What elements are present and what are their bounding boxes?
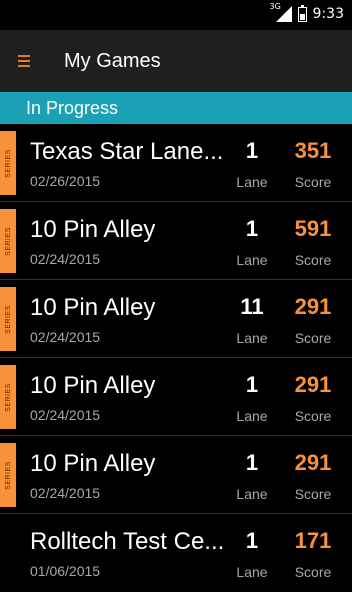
- lane-number: 1: [245, 216, 259, 241]
- alley-name: 10 Pin Alley: [30, 216, 156, 243]
- score-value: 291: [294, 294, 332, 319]
- score-label: Score: [294, 564, 332, 580]
- games-list: SERIES Texas Star Lane... 02/26/2015 1 L…: [0, 124, 352, 592]
- series-tag-label: SERIES: [4, 226, 12, 256]
- alley-name: 10 Pin Alley: [30, 372, 156, 399]
- lane-label: Lane: [236, 174, 268, 190]
- lane-label: Lane: [236, 330, 268, 346]
- lane-label: Lane: [236, 252, 268, 268]
- series-tag: SERIES: [0, 443, 16, 507]
- series-tag-label: SERIES: [4, 304, 12, 334]
- series-tag-label: SERIES: [4, 460, 12, 490]
- menu-icon[interactable]: [18, 55, 30, 67]
- section-header-in-progress: In Progress: [0, 92, 352, 124]
- score-label: Score: [294, 408, 332, 424]
- alley-name: 10 Pin Alley: [30, 450, 156, 477]
- game-date: 01/06/2015: [30, 563, 101, 579]
- app-title: My Games: [64, 49, 161, 72]
- game-date: 02/24/2015: [30, 407, 101, 423]
- lane-label: Lane: [236, 408, 268, 424]
- series-tag: SERIES: [0, 287, 16, 351]
- battery-icon: [297, 4, 307, 22]
- game-date: 02/26/2015: [30, 173, 101, 189]
- series-tag-label: SERIES: [4, 382, 12, 412]
- score-value: 591: [294, 216, 332, 241]
- score-label: Score: [294, 330, 332, 346]
- series-tag-label: SERIES: [4, 148, 12, 178]
- app-bar: My Games: [0, 30, 352, 92]
- score-label: Score: [294, 486, 332, 502]
- series-tag: SERIES: [0, 131, 16, 195]
- score-label: Score: [294, 252, 332, 268]
- score-value: 171: [294, 528, 332, 553]
- signal-icon: 3G: [270, 2, 292, 22]
- score-label: Score: [294, 174, 332, 190]
- score-value: 291: [294, 372, 332, 397]
- alley-name: 10 Pin Alley: [30, 294, 156, 321]
- alley-name: Texas Star Lane...: [30, 138, 224, 165]
- lane-number: 1: [245, 450, 259, 475]
- clock: 9:33: [312, 6, 344, 22]
- game-row[interactable]: SERIES 10 Pin Alley 02/24/2015 1 Lane 59…: [0, 202, 352, 280]
- game-date: 02/24/2015: [30, 329, 101, 345]
- game-row[interactable]: Rolltech Test Ce... 01/06/2015 1 Lane 17…: [0, 514, 352, 592]
- lane-label: Lane: [236, 486, 268, 502]
- lane-number: 1: [245, 528, 259, 553]
- lane-number: 11: [240, 294, 264, 319]
- game-row[interactable]: SERIES Texas Star Lane... 02/26/2015 1 L…: [0, 124, 352, 202]
- status-bar: 3G 9:33: [0, 0, 352, 30]
- series-tag: SERIES: [0, 365, 16, 429]
- status-icons: 3G 9:33: [270, 2, 344, 22]
- alley-name: Rolltech Test Ce...: [30, 528, 225, 555]
- game-row[interactable]: SERIES 10 Pin Alley 02/24/2015 1 Lane 29…: [0, 436, 352, 514]
- lane-number: 1: [245, 138, 259, 163]
- game-row[interactable]: SERIES 10 Pin Alley 02/24/2015 1 Lane 29…: [0, 358, 352, 436]
- game-date: 02/24/2015: [30, 485, 101, 501]
- game-row[interactable]: SERIES 10 Pin Alley 02/24/2015 11 Lane 2…: [0, 280, 352, 358]
- score-value: 351: [294, 138, 332, 163]
- lane-label: Lane: [236, 564, 268, 580]
- game-date: 02/24/2015: [30, 251, 101, 267]
- lane-number: 1: [245, 372, 259, 397]
- score-value: 291: [294, 450, 332, 475]
- series-tag: SERIES: [0, 209, 16, 273]
